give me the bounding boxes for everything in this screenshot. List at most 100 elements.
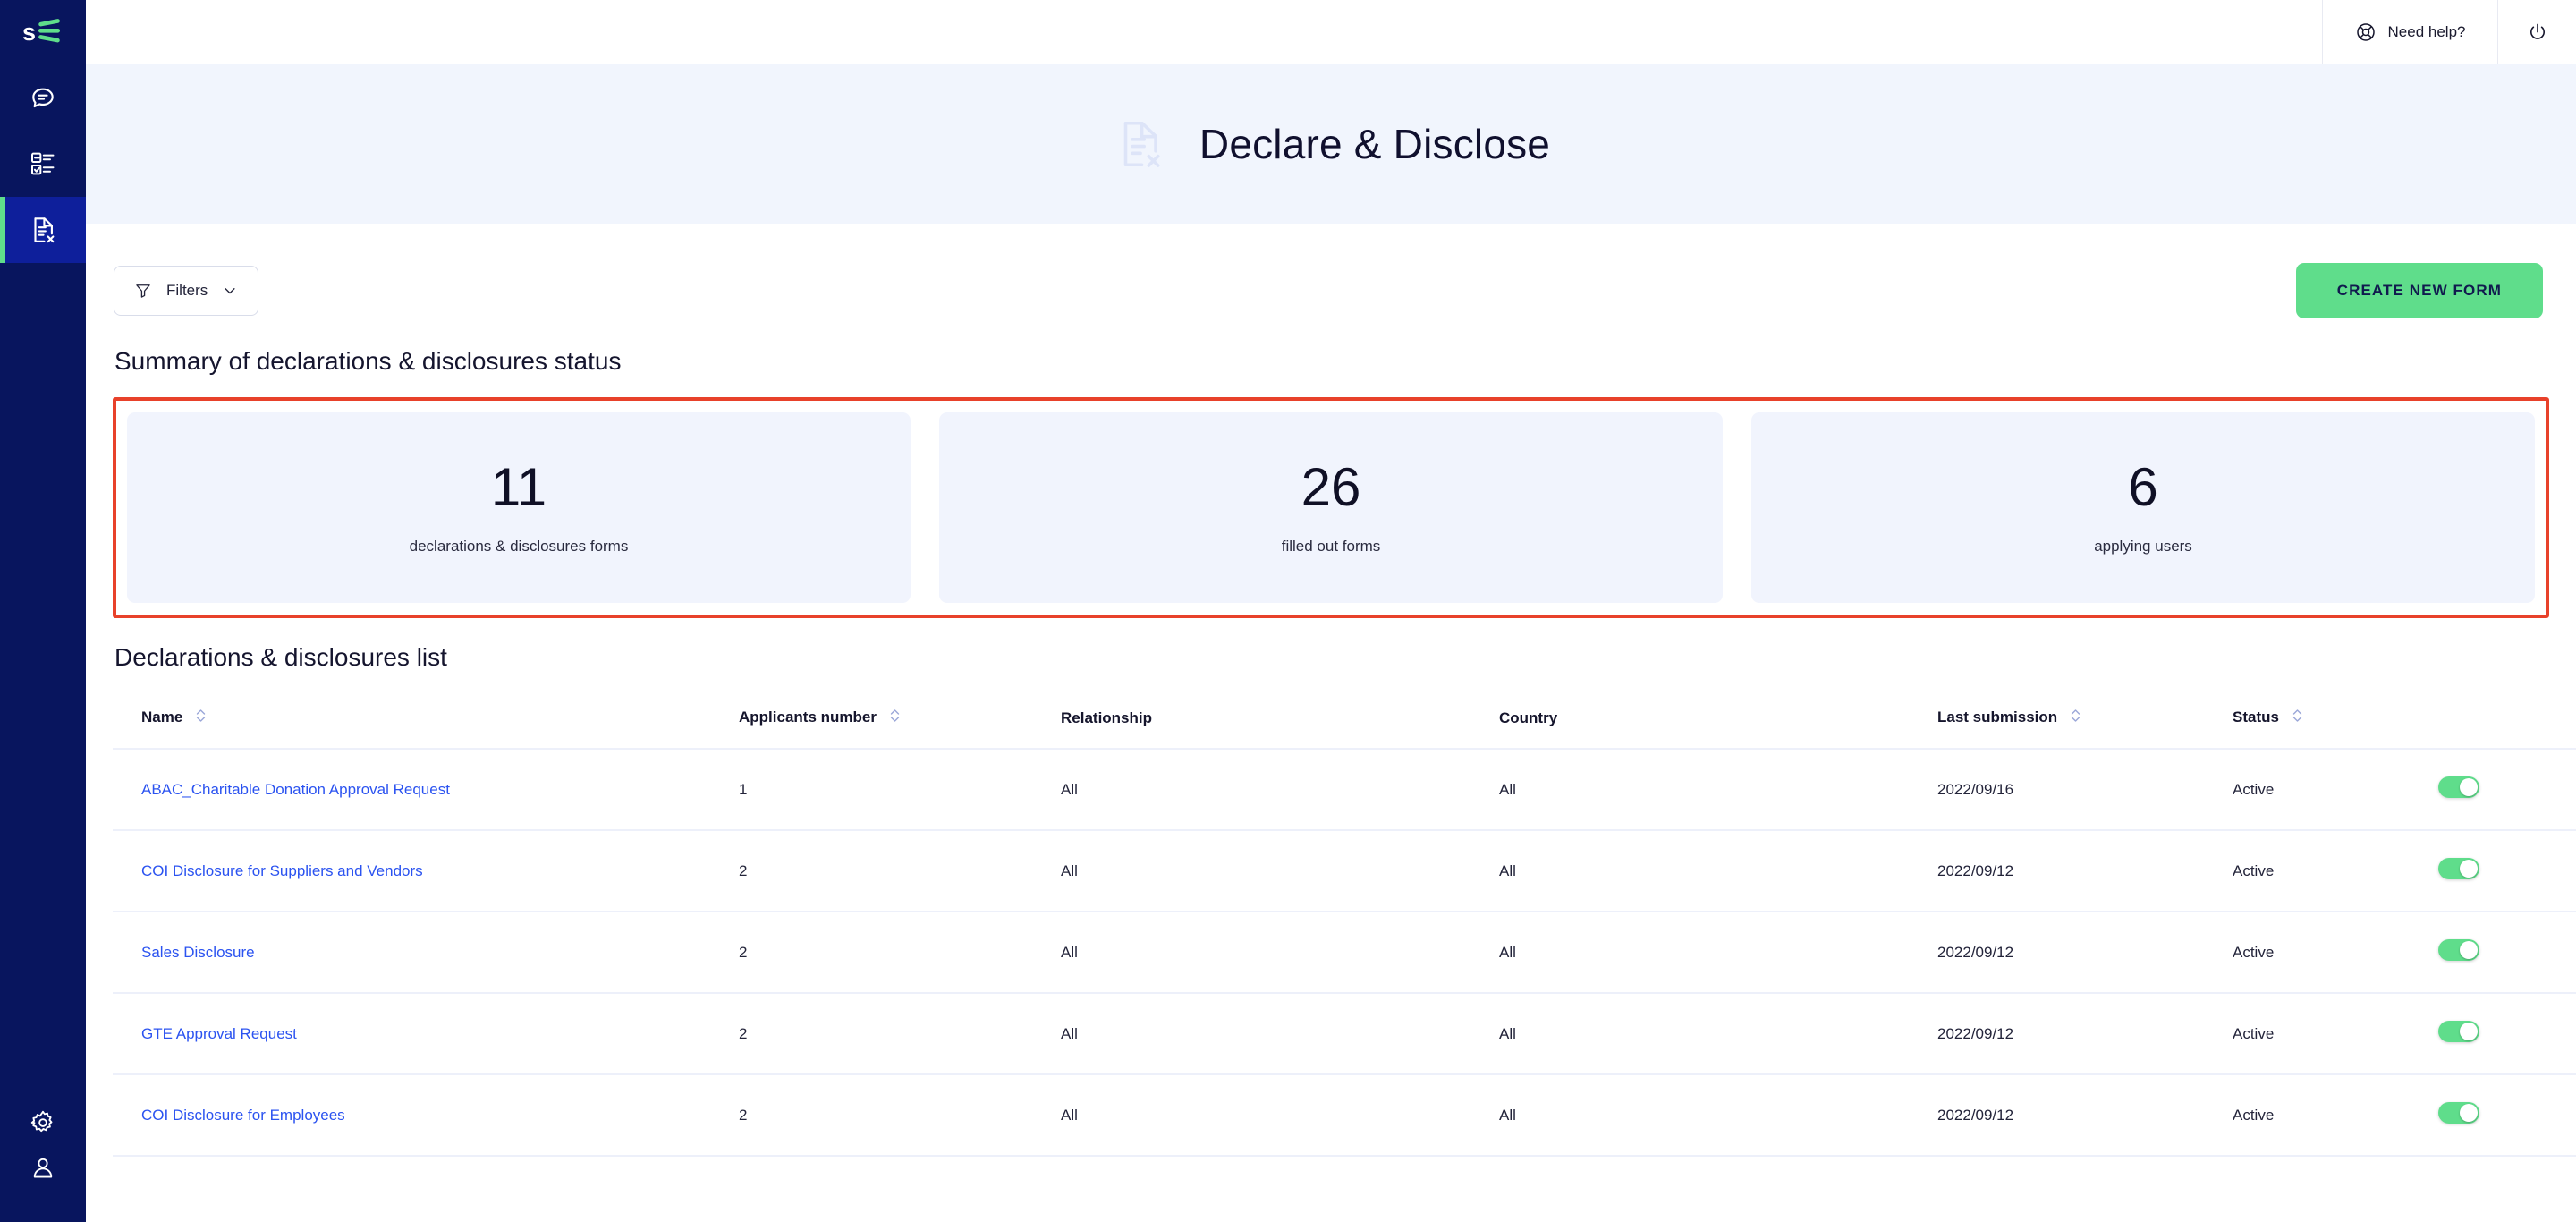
cell-status: Active: [2233, 830, 2438, 912]
main-content: Filters CREATE NEW FORM Summary of decla…: [86, 224, 2576, 1222]
column-header-toggle: [2438, 684, 2576, 750]
lifebuoy-icon: [2355, 21, 2377, 43]
table-row[interactable]: Sales Disclosure 2 All All 2022/09/12 Ac…: [113, 912, 2576, 994]
sidebar-item-profile[interactable]: [0, 1156, 86, 1222]
stat-card-filled-out: 26 filled out forms: [939, 412, 1723, 603]
toggle-knob: [2460, 1023, 2478, 1040]
column-header-status[interactable]: Status: [2233, 684, 2438, 750]
power-button[interactable]: [2497, 0, 2576, 64]
sort-icon[interactable]: [889, 708, 901, 728]
form-name-link[interactable]: GTE Approval Request: [141, 1025, 297, 1042]
form-name-link[interactable]: Sales Disclosure: [141, 944, 255, 961]
page-banner: Declare & Disclose: [86, 64, 2576, 224]
tasks-icon: [29, 149, 57, 178]
page-title: Declare & Disclose: [1199, 121, 1551, 167]
cell-applicants: 2: [739, 993, 1061, 1075]
top-bar: Need help?: [86, 0, 2576, 64]
cell-last-submission: 2022/09/12: [1937, 830, 2233, 912]
create-new-form-button[interactable]: CREATE NEW FORM: [2295, 263, 2543, 318]
column-label: Last submission: [1937, 708, 2058, 726]
cell-relationship: All: [1061, 1074, 1499, 1157]
column-header-name[interactable]: Name: [113, 684, 739, 750]
stat-value: 26: [1301, 456, 1361, 517]
svg-text:s: s: [22, 19, 36, 46]
table-header-row: Name Applicants number Relationship Coun…: [113, 684, 2576, 750]
stat-label: applying users: [2094, 537, 2192, 555]
column-header-applicants-number[interactable]: Applicants number: [739, 684, 1061, 750]
toggle-knob: [2460, 778, 2478, 796]
filters-button[interactable]: Filters: [114, 266, 259, 316]
cell-name: GTE Approval Request: [113, 993, 739, 1075]
document-x-icon: [1112, 116, 1167, 172]
cell-last-submission: 2022/09/12: [1937, 1074, 2233, 1157]
power-icon: [2527, 21, 2548, 43]
cell-status: Active: [2233, 993, 2438, 1075]
summary-heading: Summary of declarations & disclosures st…: [114, 347, 622, 375]
cell-name: COI Disclosure for Suppliers and Vendors: [113, 830, 739, 912]
table-row[interactable]: ABAC_Charitable Donation Approval Reques…: [113, 749, 2576, 831]
toggle-knob: [2460, 1104, 2478, 1122]
table-row[interactable]: GTE Approval Request 2 All All 2022/09/1…: [113, 993, 2576, 1075]
status-toggle[interactable]: [2438, 858, 2479, 879]
stat-card-forms: 11 declarations & disclosures forms: [127, 412, 911, 603]
sort-icon[interactable]: [2070, 708, 2081, 728]
sidebar: s: [0, 0, 86, 1222]
stat-card-applying-users: 6 applying users: [1751, 412, 2535, 603]
user-icon: [30, 1155, 56, 1182]
declare-disclose-icon: [28, 215, 58, 245]
summary-cards-highlight: 11 declarations & disclosures forms 26 f…: [113, 397, 2549, 618]
sidebar-item-chat[interactable]: [0, 64, 86, 131]
cell-toggle: [2438, 912, 2576, 994]
brand-logo[interactable]: s: [0, 0, 86, 64]
toggle-knob: [2460, 941, 2478, 959]
table-row[interactable]: COI Disclosure for Suppliers and Vendors…: [113, 830, 2576, 912]
need-help-label: Need help?: [2387, 23, 2466, 40]
column-label: Country: [1499, 709, 1558, 726]
status-toggle[interactable]: [2438, 1102, 2479, 1124]
status-toggle[interactable]: [2438, 939, 2479, 961]
column-label: Status: [2233, 708, 2279, 726]
cell-applicants: 2: [739, 830, 1061, 912]
table-body: ABAC_Charitable Donation Approval Reques…: [113, 749, 2576, 1157]
cell-toggle: [2438, 749, 2576, 831]
cell-country: All: [1499, 830, 1937, 912]
table-row[interactable]: COI Disclosure for Employees 2 All All 2…: [113, 1074, 2576, 1157]
cell-country: All: [1499, 749, 1937, 831]
column-label: Name: [141, 708, 183, 726]
cell-applicants: 2: [739, 1074, 1061, 1157]
form-name-link[interactable]: ABAC_Charitable Donation Approval Reques…: [141, 781, 450, 798]
sidebar-item-declare-disclose[interactable]: [0, 197, 86, 263]
sidebar-item-tasks[interactable]: [0, 131, 86, 197]
cell-country: All: [1499, 1074, 1937, 1157]
cell-toggle: [2438, 993, 2576, 1075]
form-name-link[interactable]: COI Disclosure for Suppliers and Vendors: [141, 862, 423, 879]
need-help-button[interactable]: Need help?: [2322, 0, 2497, 64]
stat-label: filled out forms: [1281, 537, 1381, 555]
cell-last-submission: 2022/09/16: [1937, 749, 2233, 831]
status-toggle[interactable]: [2438, 1021, 2479, 1042]
column-header-last-submission[interactable]: Last submission: [1937, 684, 2233, 750]
column-header-country: Country: [1499, 684, 1937, 750]
funnel-icon: [134, 282, 152, 300]
cell-status: Active: [2233, 1074, 2438, 1157]
stat-value: 6: [2128, 456, 2158, 517]
cell-name: Sales Disclosure: [113, 912, 739, 994]
cell-applicants: 1: [739, 749, 1061, 831]
declarations-table: Name Applicants number Relationship Coun…: [113, 684, 2576, 1157]
cell-toggle: [2438, 1074, 2576, 1157]
cell-toggle: [2438, 830, 2576, 912]
stat-label: declarations & disclosures forms: [409, 537, 629, 555]
column-label: Applicants number: [739, 708, 877, 726]
toggle-knob: [2460, 860, 2478, 878]
status-toggle[interactable]: [2438, 776, 2479, 798]
cell-relationship: All: [1061, 993, 1499, 1075]
sidebar-item-settings[interactable]: [0, 1090, 86, 1156]
form-name-link[interactable]: COI Disclosure for Employees: [141, 1107, 345, 1124]
table-header: Name Applicants number Relationship Coun…: [113, 684, 2576, 750]
sort-icon[interactable]: [195, 708, 207, 728]
toolbar: Filters CREATE NEW FORM: [113, 259, 2549, 322]
sort-icon[interactable]: [2292, 708, 2303, 728]
cell-relationship: All: [1061, 912, 1499, 994]
cell-last-submission: 2022/09/12: [1937, 912, 2233, 994]
cell-last-submission: 2022/09/12: [1937, 993, 2233, 1075]
